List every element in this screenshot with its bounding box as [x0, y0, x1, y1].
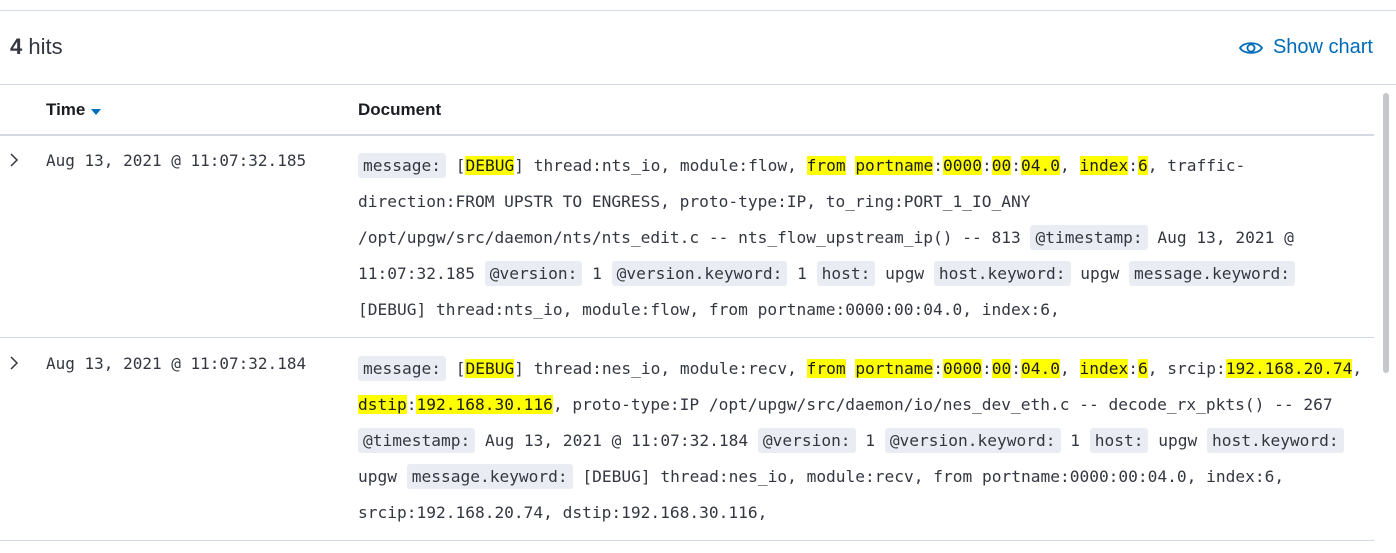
- field-value-text: [846, 359, 856, 378]
- field-value-text: 1: [787, 264, 817, 283]
- field-key: @version.keyword:: [884, 428, 1061, 453]
- expand-row-toggle[interactable]: [9, 150, 19, 173]
- search-highlight: 192.168.30.116: [416, 395, 553, 414]
- field-value-text: :: [1128, 156, 1138, 175]
- field-value-text: ,: [1060, 156, 1080, 175]
- search-highlight: from: [806, 359, 846, 378]
- field-value-text: :: [1128, 359, 1138, 378]
- field-value-text: [: [445, 156, 466, 175]
- search-highlight: 04.0: [1021, 359, 1060, 378]
- search-highlight: DEBUG: [465, 156, 515, 175]
- field-value-text: [DEBUG] thread:nts_io, module:flow, from…: [358, 300, 1060, 319]
- field-value-text: Aug 13, 2021 @ 11:07:32.184: [475, 431, 758, 450]
- search-highlight: dstip: [358, 395, 407, 414]
- field-value-text: upgw: [1070, 264, 1130, 283]
- column-header-document: Document: [358, 100, 442, 119]
- search-highlight: portname: [855, 359, 934, 378]
- search-highlight: 0000: [943, 359, 983, 378]
- field-key: message:: [358, 356, 446, 381]
- search-highlight: 00: [991, 359, 1012, 378]
- search-highlight: portname: [855, 156, 934, 175]
- search-highlight: 04.0: [1021, 156, 1060, 175]
- field-key: host.keyword:: [1206, 428, 1344, 453]
- field-value-text: :: [982, 359, 992, 378]
- search-highlight: 192.168.20.74: [1225, 359, 1353, 378]
- hits-number: 4: [10, 34, 23, 59]
- row-time: Aug 13, 2021 @ 11:07:32.185: [46, 151, 307, 170]
- field-value-text: ,: [1060, 359, 1080, 378]
- field-key: message:: [358, 153, 446, 178]
- field-key: @timestamp:: [1030, 225, 1148, 250]
- row-time: Aug 13, 2021 @ 11:07:32.184: [46, 354, 307, 373]
- field-key: host:: [816, 261, 876, 286]
- field-value-text: 1: [855, 431, 885, 450]
- column-header-time[interactable]: Time: [46, 100, 102, 120]
- search-highlight: 6: [1137, 359, 1148, 378]
- field-value-text: upgw: [358, 467, 407, 486]
- field-key: host:: [1089, 428, 1149, 453]
- field-value-text: , srcip:: [1147, 359, 1226, 378]
- field-value-text: [846, 156, 856, 175]
- field-key: @version.keyword:: [611, 261, 788, 286]
- field-value-text: :: [933, 156, 944, 175]
- expand-row-toggle[interactable]: [9, 353, 19, 376]
- field-value-text: :: [1011, 359, 1022, 378]
- hits-label: hits: [28, 34, 63, 59]
- sort-down-icon[interactable]: [91, 100, 102, 120]
- field-value-text: :: [1011, 156, 1022, 175]
- search-highlight: from: [806, 156, 846, 175]
- search-highlight: DEBUG: [465, 359, 515, 378]
- hits-count: 4 hits: [10, 34, 63, 60]
- top-bar: [0, 0, 1396, 11]
- search-highlight: 6: [1137, 156, 1148, 175]
- field-value-text: ] thread:nts_io, module:flow,: [514, 156, 807, 175]
- search-highlight: index: [1079, 156, 1129, 175]
- field-key: @version:: [757, 428, 856, 453]
- row-document: message: [DEBUG] thread:nts_io, module:f…: [358, 148, 1368, 322]
- field-value-text: upgw: [1148, 431, 1207, 450]
- field-value-text: ,: [1352, 359, 1363, 378]
- field-value-text: upgw: [875, 264, 934, 283]
- search-highlight: 0000: [943, 156, 983, 175]
- divider: [0, 84, 1396, 85]
- field-value-text: , proto-type:IP /opt/upgw/src/daemon/io/…: [552, 395, 1333, 414]
- column-header-time-label: Time: [46, 100, 86, 119]
- field-key: @version:: [484, 261, 583, 286]
- row-document: message: [DEBUG] thread:nes_io, module:r…: [358, 351, 1368, 531]
- field-key: message.keyword:: [1129, 261, 1295, 286]
- field-value-text: 1: [1060, 431, 1090, 450]
- field-key: host.keyword:: [933, 261, 1071, 286]
- field-value-text: 1: [582, 264, 612, 283]
- header-divider: [0, 134, 1374, 136]
- field-value-text: ] thread:nes_io, module:recv,: [514, 359, 807, 378]
- eye-icon: [1238, 40, 1263, 56]
- row-divider: [0, 337, 1374, 338]
- field-key: message.keyword:: [406, 464, 573, 489]
- show-chart-button[interactable]: Show chart: [1238, 36, 1373, 59]
- field-value-text: :: [933, 359, 944, 378]
- row-divider: [0, 540, 1374, 541]
- show-chart-label: Show chart: [1272, 36, 1373, 58]
- field-key: @timestamp:: [358, 428, 476, 453]
- search-highlight: 00: [991, 156, 1012, 175]
- field-value-text: :: [982, 156, 992, 175]
- vertical-scrollbar[interactable]: [1383, 93, 1389, 373]
- field-value-text: [: [445, 359, 466, 378]
- search-highlight: index: [1079, 359, 1129, 378]
